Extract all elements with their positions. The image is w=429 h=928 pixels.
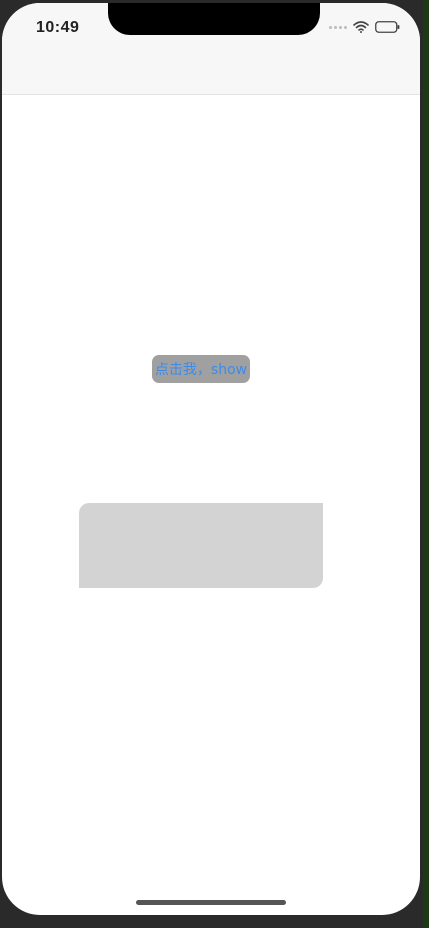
show-button[interactable]: 点击我，show xyxy=(152,355,250,383)
home-indicator[interactable] xyxy=(136,900,286,905)
status-bar: 10:49 xyxy=(2,3,420,95)
wifi-icon xyxy=(353,21,369,33)
notch xyxy=(108,3,320,35)
signal-icon xyxy=(329,25,347,29)
window-edge xyxy=(423,0,429,928)
battery-icon xyxy=(375,21,400,33)
status-time: 10:49 xyxy=(36,19,80,36)
phone-screen: 10:49 点击我，show xyxy=(2,3,420,915)
popup-panel xyxy=(79,503,323,588)
status-icons xyxy=(329,21,400,33)
